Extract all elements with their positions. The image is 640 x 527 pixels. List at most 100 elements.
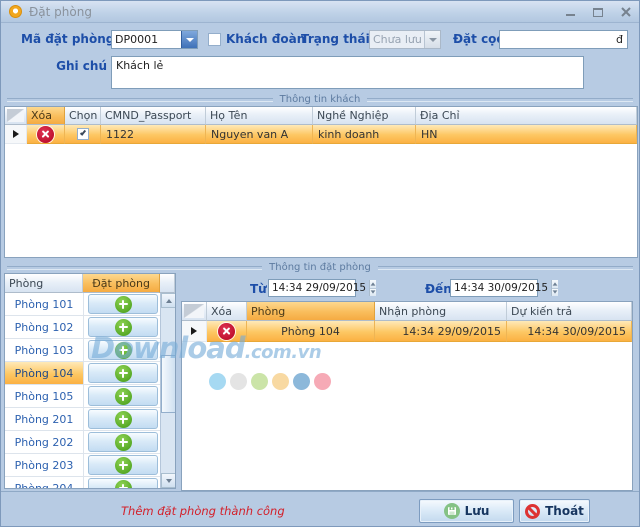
add-room-button[interactable] [88,340,158,360]
arrow-down-icon [166,479,172,483]
add-room-button[interactable] [88,409,158,429]
booking-table-row[interactable]: Phòng 104 14:34 29/09/2015 14:34 30/09/2… [182,321,632,342]
booking-room-cell[interactable]: Phòng 104 [247,321,375,342]
plus-icon [115,480,132,489]
spinner-down-button[interactable] [370,288,376,297]
rooms-header-room[interactable]: Phòng [5,274,83,293]
chevron-down-icon [429,38,437,42]
booking-header-room[interactable]: Phòng [247,302,375,321]
room-name-cell[interactable]: Phòng 101 [5,293,84,315]
save-button[interactable]: Lưu [419,499,514,523]
booking-header-delete[interactable]: Xóa [207,302,247,321]
room-name-cell[interactable]: Phòng 105 [5,385,84,407]
footer-bar: Thêm đặt phòng thành công Lưu Thoát [1,491,639,527]
status-combo: Chưa lưu [369,30,441,49]
row-marker-icon [191,327,197,335]
chevron-down-icon [186,38,194,42]
maximize-button[interactable] [591,5,605,19]
booking-checkout-cell[interactable]: 14:34 30/09/2015 [507,321,632,342]
spinner-up-button[interactable] [370,280,376,288]
add-room-button[interactable] [88,386,158,406]
booking-header-checkout[interactable]: Dự kiến trả [507,302,632,321]
add-room-button[interactable] [88,363,158,383]
spinner-down-button[interactable] [552,288,558,297]
add-room-button[interactable] [88,432,158,452]
delete-icon[interactable] [218,323,235,340]
guest-section-title: Thông tin khách [280,94,361,105]
check-icon [79,129,85,136]
plus-icon [115,319,132,336]
status-message: Thêm đặt phòng thành công [121,504,285,518]
room-name-cell[interactable]: Phòng 201 [5,408,84,430]
close-button[interactable] [619,5,633,19]
guest-header-address[interactable]: Địa Chỉ [416,107,637,125]
corner-triangle-icon [182,302,207,321]
app-icon [9,5,22,18]
scroll-up-button[interactable] [161,293,176,308]
status-label: Trạng thái [301,32,370,46]
guest-header-name[interactable]: Họ Tên [206,107,313,125]
to-datetime-input[interactable]: 14:34 30/09/2015 [450,279,538,297]
guest-header-cmnd[interactable]: CMND_Passport [101,107,206,125]
add-room-button[interactable] [88,294,158,314]
exit-button[interactable]: Thoát [519,499,590,523]
add-room-button[interactable] [88,455,158,475]
deposit-input[interactable]: đ [499,30,628,49]
arrow-down-icon [553,291,558,294]
plus-icon [115,434,132,451]
booking-section-title: Thông tin đặt phòng [269,262,371,273]
room-row: Phòng 105 [5,385,162,408]
from-datetime-input[interactable]: 14:34 29/09/2015 [268,279,356,297]
group-guest-checkbox[interactable] [208,33,221,46]
rooms-header-book[interactable]: Đặt phòng [83,274,160,293]
add-room-button[interactable] [88,317,158,337]
status-value: Chưa lưu [370,33,424,46]
guest-header-delete[interactable]: Xóa [27,107,65,125]
maximize-icon [593,8,603,17]
group-guest-label: Khách đoàn [226,32,305,46]
guest-delete-cell [27,125,65,144]
room-name-cell[interactable]: Phòng 202 [5,431,84,453]
plus-icon [115,365,132,382]
booking-table: Xóa Phòng Nhận phòng Dự kiến trả Phòng 1… [181,301,633,491]
room-add-cell [84,339,162,361]
plus-icon [115,457,132,474]
guest-cmnd-cell[interactable]: 1122 [101,125,206,144]
arrow-up-icon [166,299,172,303]
guest-table-row[interactable]: 1122 Nguyen van A kinh doanh HN [5,125,637,144]
add-room-button[interactable] [88,478,158,488]
guest-name-cell[interactable]: Nguyen van A [206,125,313,144]
room-row: Phòng 202 [5,431,162,454]
room-name-cell[interactable]: Phòng 204 [5,477,84,488]
room-name-cell[interactable]: Phòng 203 [5,454,84,476]
guest-row-checkbox[interactable] [77,128,89,140]
room-name-cell[interactable]: Phòng 104 [5,362,84,384]
booking-code-combo[interactable]: DP0001 [111,30,198,49]
guest-header-job[interactable]: Nghề Nghiệp [313,107,416,125]
room-name-cell[interactable]: Phòng 102 [5,316,84,338]
delete-icon[interactable] [37,126,54,143]
plus-icon [115,342,132,359]
guest-header-select[interactable]: Chọn [65,107,101,125]
from-datetime-value: 14:34 29/09/2015 [269,282,369,294]
rooms-panel: Phòng Đặt phòng Phòng 101 Phòng 102 Phòn… [4,273,176,489]
booking-code-dropdown-button[interactable] [181,31,197,48]
guest-job-cell[interactable]: kinh doanh [313,125,416,144]
plus-icon [115,296,132,313]
scroll-thumb[interactable] [161,355,176,413]
booking-code-value: DP0001 [112,33,181,46]
minimize-icon [566,14,575,16]
note-input[interactable]: Khách lẻ [111,56,584,89]
deposit-label: Đặt cọc [453,32,504,46]
scroll-down-button[interactable] [161,473,176,488]
minimize-button[interactable] [563,5,577,19]
rooms-scrollbar[interactable] [160,293,175,488]
titlebar: Đặt phòng [1,1,639,23]
spinner-up-button[interactable] [552,280,558,288]
room-name-cell[interactable]: Phòng 103 [5,339,84,361]
guest-address-cell[interactable]: HN [416,125,637,144]
row-marker-icon [13,130,19,138]
room-row: Phòng 104 [5,362,162,385]
booking-checkin-cell[interactable]: 14:34 29/09/2015 [375,321,507,342]
booking-header-checkin[interactable]: Nhận phòng [375,302,507,321]
